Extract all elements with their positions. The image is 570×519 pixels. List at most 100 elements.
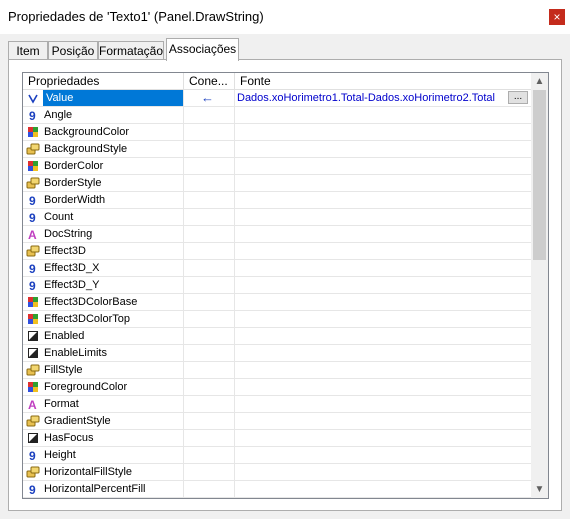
connection-cell[interactable] (184, 209, 235, 225)
property-name-cell[interactable]: EnableLimits (23, 345, 184, 361)
tab-formatacao[interactable]: Formatação (98, 41, 164, 60)
property-row[interactable]: BackgroundStyle (23, 141, 532, 158)
property-name-cell[interactable]: Effect3DColorTop (23, 311, 184, 327)
property-name-cell[interactable]: 9 Angle (23, 107, 184, 123)
source-cell[interactable] (235, 430, 532, 446)
property-name-cell[interactable]: HasFocus (23, 430, 184, 446)
property-name-cell[interactable]: 9 Effect3D_X (23, 260, 184, 276)
property-row[interactable]: BackgroundColor (23, 124, 532, 141)
property-name-cell[interactable]: A Format (23, 396, 184, 412)
property-name-cell[interactable]: 9 HorizontalPercentFill (23, 481, 184, 497)
source-cell[interactable] (235, 345, 532, 361)
property-row[interactable]: Effect3D (23, 243, 532, 260)
property-row[interactable]: FillStyle (23, 362, 532, 379)
property-name-cell[interactable]: Effect3DColorBase (23, 294, 184, 310)
property-name-cell[interactable]: HorizontalFillStyle (23, 464, 184, 480)
property-name-cell[interactable]: BackgroundColor (23, 124, 184, 140)
connection-cell[interactable] (184, 192, 235, 208)
property-name-cell[interactable]: BorderStyle (23, 175, 184, 191)
property-name-cell[interactable]: A DocString (23, 226, 184, 242)
connection-cell[interactable] (184, 107, 235, 123)
source-cell[interactable] (235, 294, 532, 310)
connection-cell[interactable] (184, 362, 235, 378)
property-row[interactable]: Value ← Dados.xoHorimetro1.Total-Dados.xoH… (23, 90, 532, 107)
property-name-cell[interactable]: Value (23, 90, 184, 106)
vertical-scrollbar[interactable]: ▲ ▼ (531, 73, 548, 498)
connection-cell[interactable] (184, 141, 235, 157)
tab-posicao[interactable]: Posição (48, 41, 98, 60)
source-cell[interactable] (235, 243, 532, 259)
property-name-cell[interactable]: GradientStyle (23, 413, 184, 429)
connection-cell[interactable] (184, 379, 235, 395)
property-row[interactable]: BorderColor (23, 158, 532, 175)
source-cell[interactable] (235, 328, 532, 344)
property-row[interactable]: ForegroundColor (23, 379, 532, 396)
property-row[interactable]: 9 Count (23, 209, 532, 226)
property-row[interactable]: 9 BorderWidth (23, 192, 532, 209)
source-cell[interactable] (235, 379, 532, 395)
connection-cell[interactable] (184, 175, 235, 191)
property-row[interactable]: A Format (23, 396, 532, 413)
source-cell[interactable] (235, 311, 532, 327)
source-cell[interactable] (235, 447, 532, 463)
column-header-conexao[interactable]: Cone... (184, 73, 235, 90)
source-cell[interactable] (235, 175, 532, 191)
scroll-thumb[interactable] (533, 90, 546, 260)
property-name-cell[interactable]: FillStyle (23, 362, 184, 378)
connection-cell[interactable] (184, 158, 235, 174)
property-row[interactable]: HorizontalFillStyle (23, 464, 532, 481)
property-row[interactable]: GradientStyle (23, 413, 532, 430)
source-cell[interactable] (235, 277, 532, 293)
connection-cell[interactable] (184, 430, 235, 446)
property-row[interactable]: 9 Effect3D_Y (23, 277, 532, 294)
property-row[interactable]: 9 HorizontalPercentFill (23, 481, 532, 498)
property-name-cell[interactable]: BorderColor (23, 158, 184, 174)
connection-cell[interactable] (184, 294, 235, 310)
property-row[interactable]: EnableLimits (23, 345, 532, 362)
connection-cell[interactable] (184, 277, 235, 293)
scroll-up-icon[interactable]: ▲ (531, 73, 548, 90)
connection-cell[interactable] (184, 447, 235, 463)
connection-cell[interactable] (184, 328, 235, 344)
tab-associacoes[interactable]: Associações (166, 38, 239, 61)
source-cell[interactable] (235, 107, 532, 123)
connection-cell[interactable] (184, 243, 235, 259)
source-cell[interactable] (235, 209, 532, 225)
property-row[interactable]: 9 Effect3D_X (23, 260, 532, 277)
connection-cell[interactable] (184, 464, 235, 480)
property-row[interactable]: HasFocus (23, 430, 532, 447)
property-name-cell[interactable]: 9 Effect3D_Y (23, 277, 184, 293)
connection-cell[interactable] (184, 413, 235, 429)
source-cell[interactable] (235, 192, 532, 208)
source-cell[interactable] (235, 481, 532, 497)
property-name-cell[interactable]: 9 BorderWidth (23, 192, 184, 208)
source-cell[interactable] (235, 226, 532, 242)
property-row[interactable]: Effect3DColorBase (23, 294, 532, 311)
property-name-cell[interactable]: ForegroundColor (23, 379, 184, 395)
source-cell[interactable] (235, 260, 532, 276)
property-name-cell[interactable]: Effect3D (23, 243, 184, 259)
source-cell[interactable] (235, 396, 532, 412)
property-row[interactable]: Enabled (23, 328, 532, 345)
column-header-fonte[interactable]: Fonte (235, 73, 532, 90)
scroll-down-icon[interactable]: ▼ (531, 481, 548, 498)
close-button[interactable]: × (549, 9, 565, 25)
source-cell[interactable] (235, 141, 532, 157)
property-row[interactable]: BorderStyle (23, 175, 532, 192)
property-name-cell[interactable]: 9 Count (23, 209, 184, 225)
connection-cell[interactable]: ← (184, 90, 235, 106)
source-cell[interactable] (235, 413, 532, 429)
connection-cell[interactable] (184, 124, 235, 140)
column-header-propriedades[interactable]: Propriedades (23, 73, 184, 90)
connection-cell[interactable] (184, 345, 235, 361)
source-cell[interactable] (235, 362, 532, 378)
connection-cell[interactable] (184, 226, 235, 242)
property-row[interactable]: A DocString (23, 226, 532, 243)
connection-cell[interactable] (184, 311, 235, 327)
source-cell[interactable] (235, 158, 532, 174)
tab-item[interactable]: Item (8, 41, 48, 60)
browse-button[interactable]: ... (508, 91, 528, 104)
connection-cell[interactable] (184, 260, 235, 276)
property-name-cell[interactable]: Enabled (23, 328, 184, 344)
connection-cell[interactable] (184, 481, 235, 497)
